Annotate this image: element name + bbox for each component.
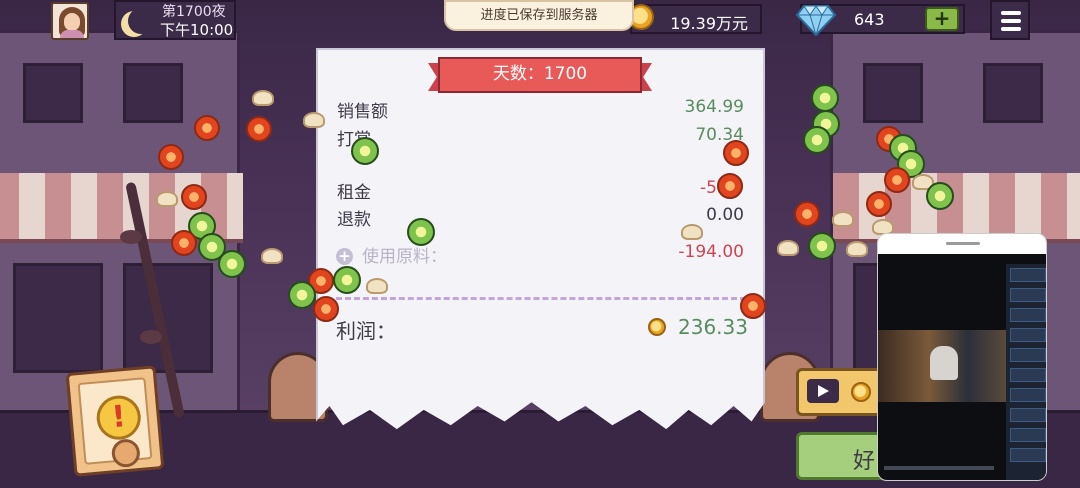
profit-value: 236.33: [678, 315, 748, 339]
pepper-slice: [808, 232, 836, 260]
sidebar-item: [1010, 428, 1046, 442]
avatar-shirt: [60, 30, 84, 38]
ingredients-value: -194.00: [678, 242, 744, 262]
sidebar-item: [1010, 288, 1046, 302]
refund-value: 0.00: [706, 205, 744, 225]
garlic-piece: [252, 90, 274, 106]
gem-amount: 643: [854, 10, 885, 29]
tomato-slice: [313, 296, 339, 322]
coin-icon: [851, 382, 871, 402]
pepper-slice: [407, 218, 435, 246]
menu-icon-bar: [1001, 11, 1021, 15]
tomato-slice: [181, 184, 207, 210]
tomato-slice: [866, 191, 892, 217]
menu-icon-bar: [1001, 27, 1021, 31]
window: [123, 63, 183, 123]
expand-ingredients-icon[interactable]: +: [336, 248, 353, 265]
day-banner: 天数：1700: [428, 57, 652, 93]
sidebar-item: [1010, 388, 1046, 402]
night-count: 第1700夜: [162, 4, 226, 20]
day-banner-label: 天数：1700: [492, 64, 588, 84]
tomato-slice: [723, 140, 749, 166]
window: [23, 63, 83, 123]
coin-amount: 19.39万元: [670, 14, 748, 33]
gem-balance: 643 +: [796, 4, 965, 36]
tomato-slice: [717, 173, 743, 199]
pepper-slice: [811, 84, 839, 112]
sales-value: 364.99: [684, 97, 744, 117]
notice-card[interactable]: !: [65, 365, 165, 477]
garlic-piece: [156, 191, 178, 207]
profit-label: 利润：: [336, 319, 396, 343]
rent-label: 租金: [337, 183, 371, 203]
video-person: [930, 346, 958, 380]
garlic-piece: [777, 240, 799, 256]
sidebar-item: [1010, 368, 1046, 382]
diamond-icon: [796, 5, 836, 36]
pepper-slice: [926, 182, 954, 210]
leaf: [120, 230, 142, 244]
tomato-slice: [246, 116, 272, 142]
sidebar-item: [1010, 268, 1046, 282]
sidebar-item: [1010, 328, 1046, 342]
avatar-face: [64, 13, 80, 31]
drag-handle[interactable]: [946, 242, 980, 245]
garlic-piece: [261, 248, 283, 264]
window: [983, 63, 1043, 123]
window: [13, 263, 103, 373]
sidebar-item: [1010, 308, 1046, 322]
ok-button-label: 好: [853, 449, 876, 474]
player-avatar[interactable]: [51, 2, 89, 40]
coin-icon: [648, 318, 666, 336]
pepper-slice: [288, 281, 316, 309]
tomato-slice: [884, 167, 910, 193]
window: [863, 63, 923, 123]
floating-video-window[interactable]: [877, 233, 1047, 481]
pepper-slice: [351, 137, 379, 165]
pepper-slice: [803, 126, 831, 154]
video-caption: [884, 466, 994, 470]
pepper-slice: [218, 250, 246, 278]
tomato-slice: [194, 115, 220, 141]
receipt-divider: [336, 297, 746, 300]
video-screen: [878, 254, 1046, 480]
sales-label: 销售额: [337, 102, 388, 122]
add-gems-button[interactable]: +: [925, 7, 959, 31]
menu-button[interactable]: [990, 0, 1030, 40]
day-clock: 第1700夜 下午10:00: [114, 0, 236, 40]
play-icon: [807, 379, 839, 403]
garlic-piece: [846, 241, 868, 257]
sidebar-item: [1010, 448, 1046, 462]
ingredients-label[interactable]: 使用原料：: [362, 242, 447, 267]
tomato-slice: [794, 201, 820, 227]
sidebar-item: [1010, 348, 1046, 362]
leaf: [140, 330, 162, 344]
save-toast: 进度已保存到服务器: [444, 0, 634, 31]
garlic-piece: [681, 224, 703, 240]
pepper-slice: [333, 266, 361, 294]
menu-icon-bar: [1001, 19, 1021, 23]
clock-time: 下午10:00: [160, 21, 234, 39]
notice-token: [110, 438, 142, 469]
exclamation-icon: !: [94, 393, 143, 442]
garlic-piece: [303, 112, 325, 128]
sidebar-item: [1010, 408, 1046, 422]
tomato-slice: [171, 230, 197, 256]
tomato-slice: [158, 144, 184, 170]
garlic-piece: [366, 278, 388, 294]
tomato-slice: [740, 293, 766, 319]
moon-icon: [128, 8, 154, 34]
garlic-piece: [832, 211, 854, 227]
coin-balance: 19.39万元: [628, 4, 762, 34]
refund-label: 退款: [337, 210, 371, 230]
notice-card-inner: !: [77, 377, 153, 469]
